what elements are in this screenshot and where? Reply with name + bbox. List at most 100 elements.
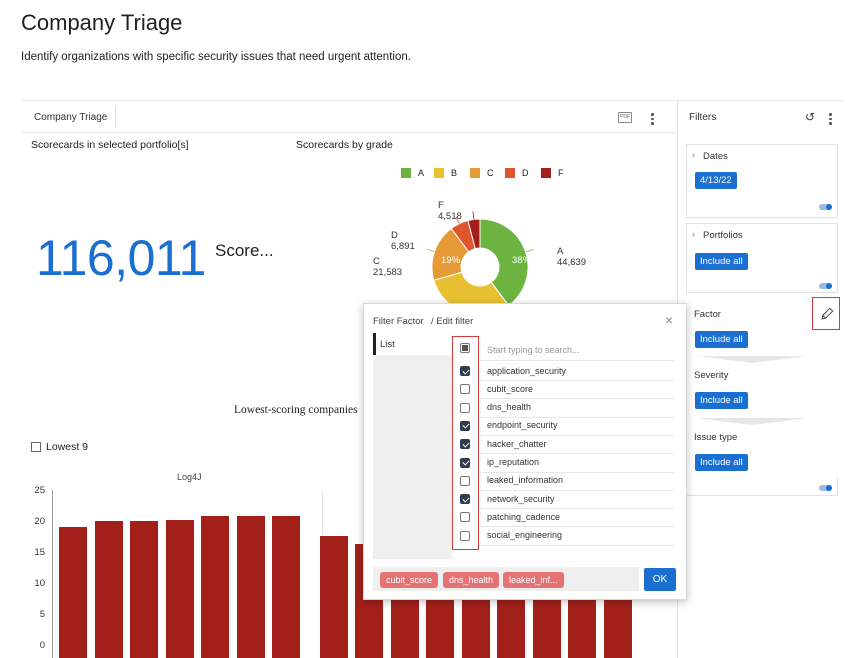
legend-swatch [470, 168, 480, 178]
edit-filter-button[interactable] [812, 297, 840, 330]
dates-value[interactable]: 4/13/22 [695, 172, 737, 189]
reset-icon[interactable]: ↺ [805, 110, 815, 124]
donut-label-d-value: 6,891 [391, 241, 415, 252]
divider [479, 380, 674, 381]
tab-list-label: List [380, 339, 395, 350]
tab-company-triage[interactable]: Company Triage [34, 112, 107, 123]
bar[interactable] [201, 515, 229, 658]
pencil-icon [821, 307, 834, 320]
issue-type-value[interactable]: Include all [695, 454, 748, 471]
divider [479, 398, 674, 400]
legend-item-b[interactable]: B [434, 168, 457, 178]
close-icon[interactable]: × [665, 312, 673, 328]
bar[interactable] [236, 515, 265, 658]
y-tick: 15 [34, 547, 45, 558]
option-label[interactable]: patching_cadence [487, 512, 560, 522]
lowest-scoring-title: Lowest-scoring companies [234, 404, 358, 416]
filter-dates-label: Dates [703, 151, 728, 162]
lowest-select[interactable]: Lowest 9 [31, 441, 88, 453]
filters-title: Filters [689, 112, 717, 123]
leader-line-c [426, 248, 435, 253]
y-tick: 5 [39, 609, 45, 620]
legend-item-d[interactable]: D [505, 168, 529, 178]
factor-value[interactable]: Include all [695, 331, 748, 348]
leader-line-f [472, 211, 475, 220]
donut-label-c-letter: C [373, 256, 380, 267]
search-input[interactable]: Start typing to search... [487, 345, 580, 355]
option-label[interactable]: network_security [487, 494, 555, 504]
legend-label: A [418, 168, 425, 178]
bar[interactable] [59, 526, 87, 658]
legend-label: B [451, 168, 458, 178]
option-label[interactable]: hacker_chatter [487, 439, 547, 449]
option-label[interactable]: dns_health [487, 402, 531, 412]
bar[interactable] [94, 521, 123, 658]
donut-label-c-value: 21,583 [373, 267, 403, 278]
chip-dns-health[interactable]: dns_health [443, 572, 500, 588]
ok-button[interactable]: OK [644, 568, 676, 591]
option-label[interactable]: endpoint_security [487, 420, 558, 430]
bar-chart-title: Log4J [177, 472, 202, 482]
expand-icon [31, 442, 41, 452]
donut-label-a-letter: A [557, 246, 564, 257]
chevron-right-icon[interactable]: › [692, 229, 695, 239]
chevron-right-icon[interactable]: › [692, 150, 695, 160]
filters-more-icon[interactable] [829, 113, 832, 127]
pdf-icon[interactable]: PDF [618, 112, 632, 123]
chip-leaked-information[interactable]: leaked_inf... [503, 572, 564, 588]
donut-label-a-value: 44,639 [557, 257, 587, 268]
scorecards-count: 116,011 [36, 230, 206, 286]
dates-toggle[interactable] [819, 204, 832, 210]
modal-title: Filter Factor [373, 316, 424, 327]
legend-item-a[interactable]: A [401, 168, 424, 178]
y-tick: 0 [39, 640, 45, 651]
dashboard-more-icon[interactable] [651, 113, 654, 127]
portfolios-value[interactable]: Include all [695, 253, 748, 270]
issue-type-toggle[interactable] [819, 485, 832, 491]
divider [479, 471, 674, 473]
option-label[interactable]: application_security [487, 366, 566, 376]
scorecards-grade-title: Scorecards by grade [296, 139, 393, 151]
bar[interactable] [319, 535, 348, 658]
divider [479, 434, 674, 436]
issue-type-footer [686, 478, 838, 496]
filter-severity-label: Severity [694, 370, 729, 381]
portfolios-toggle[interactable] [819, 283, 832, 289]
bar[interactable] [272, 515, 300, 658]
divider [479, 416, 674, 418]
option-label[interactable]: leaked_information [487, 475, 563, 485]
donut-label-d-letter: D [391, 230, 398, 241]
divider [479, 526, 674, 528]
donut-label-f-value: 4,518 [438, 211, 462, 222]
bar[interactable] [165, 520, 194, 658]
legend-label: F [558, 168, 564, 178]
leader-line-a [525, 249, 534, 253]
filter-portfolios-label: Portfolios [703, 230, 743, 241]
donut-chart: 38% 19% [426, 211, 534, 310]
scorecards-portfolio-title: Scorecards in selected portfolio[s] [31, 139, 189, 151]
divider [479, 544, 674, 546]
y-axis [52, 490, 53, 658]
bar[interactable] [130, 521, 158, 658]
y-tick: 25 [34, 485, 45, 496]
legend-label: C [487, 168, 494, 178]
divider [479, 489, 674, 491]
legend-swatch [541, 168, 551, 178]
divider [479, 508, 674, 510]
checkbox-highlight [452, 336, 479, 550]
option-label[interactable]: cubit_score [487, 384, 533, 394]
option-label[interactable]: ip_reputation [487, 457, 539, 467]
filter-issue-type-label: Issue type [694, 432, 738, 443]
legend-item-f[interactable]: F [541, 168, 564, 178]
scorecards-count-label: Score... [215, 241, 274, 260]
factor-divider [697, 356, 807, 363]
severity-value[interactable]: Include all [695, 392, 748, 409]
legend-swatch [401, 168, 411, 178]
tab-separator [115, 107, 116, 127]
slice-percent-a: 38% [512, 255, 532, 266]
divider [479, 453, 674, 455]
chip-cubit-score[interactable]: cubit_score [380, 572, 439, 588]
y-tick: 10 [34, 578, 45, 589]
option-label[interactable]: social_engineering [487, 530, 562, 540]
legend-item-c[interactable]: C [470, 168, 494, 178]
